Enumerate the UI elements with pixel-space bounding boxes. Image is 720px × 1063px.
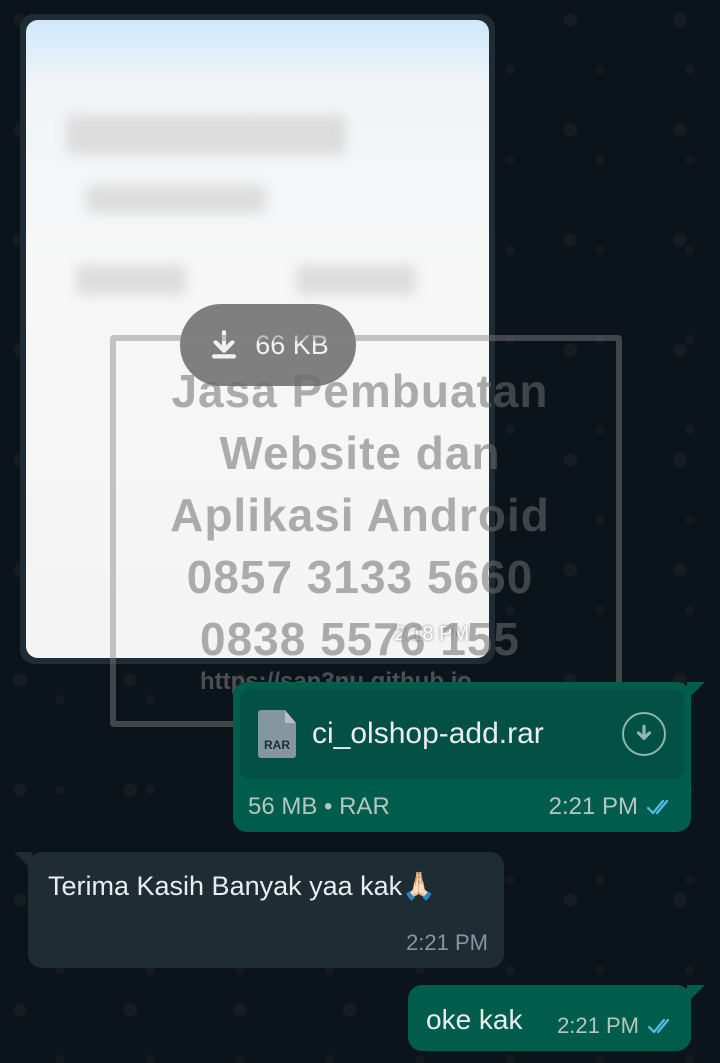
blurred-block [86,185,266,213]
received-message-text: Terima Kasih Banyak yaa kak🙏🏻 [48,871,436,901]
download-arrow-icon [636,724,652,740]
document-time: 2:21 PM [548,793,638,820]
blurred-block [296,265,416,295]
document-message[interactable]: RAR ci_olshop-add.rar 56 MB • RAR 2:21 P… [233,682,705,832]
image-download-button[interactable]: 66 KB [180,304,356,386]
image-message[interactable]: 66 KB 2:18 PM [20,14,495,664]
blurred-block [76,265,186,295]
sent-message-text: oke kak [426,1004,523,1035]
sent-message[interactable]: oke kak 2:21 PM [408,985,705,1051]
document-download-button[interactable] [622,712,666,756]
double-check-read-icon [646,799,669,815]
document-file-name: ci_olshop-add.rar [312,717,544,750]
received-message[interactable]: Terima Kasih Banyak yaa kak🙏🏻 2:21 PM [14,852,504,968]
bubble-tail [687,682,705,700]
download-arrow-icon [212,330,237,359]
file-ext-badge: RAR [264,738,290,752]
sent-message-time: 2:21 PM [557,1013,639,1038]
document-size: 56 MB • RAR [248,793,390,820]
received-message-time: 2:21 PM [406,930,488,955]
document-meta: 56 MB • RAR 2:21 PM [240,779,684,821]
image-message-time: 2:18 PM [394,623,469,645]
sent-message-meta: 2:21 PM [557,1013,675,1039]
image-download-size: 66 KB [255,329,329,360]
bubble-tail [14,852,32,870]
blurred-image-thumbnail[interactable]: 66 KB 2:18 PM [26,20,489,658]
rar-file-icon: RAR [258,710,296,758]
bubble-tail [687,985,705,1003]
double-check-read-icon [647,1018,670,1034]
document-card[interactable]: RAR ci_olshop-add.rar [240,689,684,779]
blurred-block [66,115,346,155]
